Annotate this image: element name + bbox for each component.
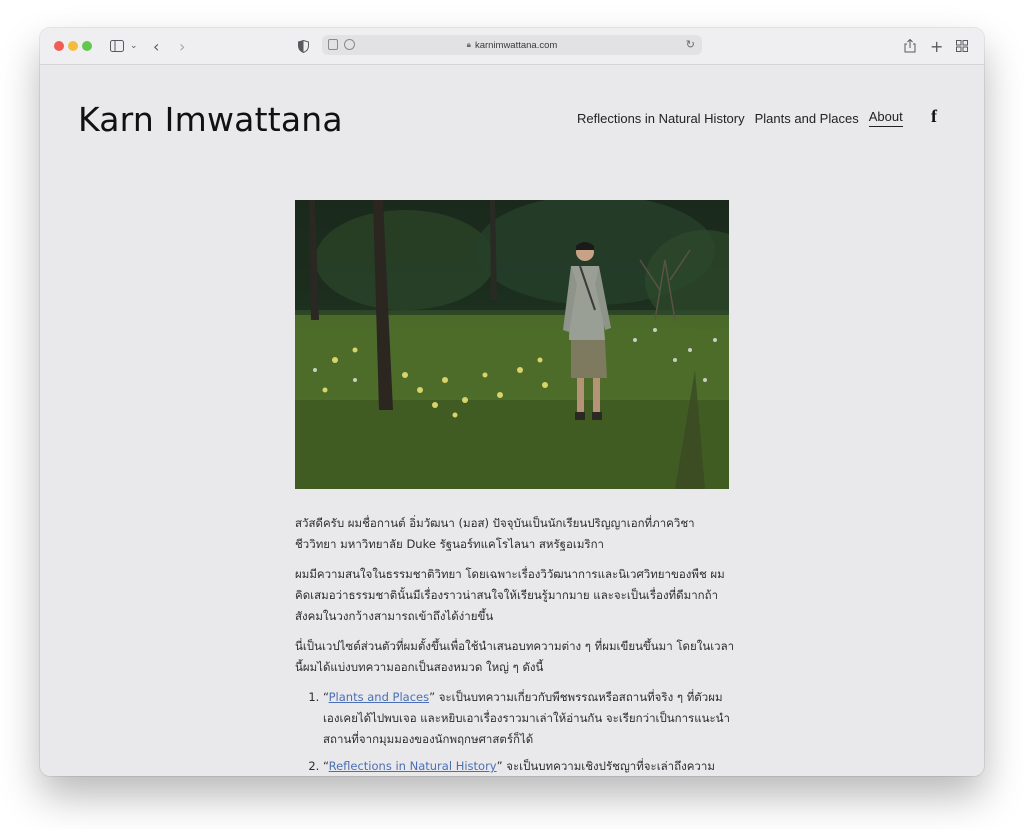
address-bar[interactable]: 🔒︎ karnimwattana.com ↻ [322,35,702,55]
minimize-window-button[interactable] [68,41,78,51]
profile-photo [295,200,729,489]
tab-overview-icon[interactable] [956,37,968,55]
reflections-link[interactable]: Reflections in Natural History [329,759,497,773]
intro-paragraph: สวัสดีครับ ผมชื่อกานต์ อิ่มวัฒนา (มอส) ป… [295,516,695,551]
site-title[interactable]: Karn Imwattana [78,100,343,139]
main-nav: Reflections in Natural History Plants an… [577,109,903,127]
zoom-window-button[interactable] [82,41,92,51]
category-list: “Plants and Places” จะเป็นบทความเกี่ยวกั… [295,687,735,776]
list-item: “Plants and Places” จะเป็นบทความเกี่ยวกั… [323,687,735,750]
shield-icon[interactable] [298,37,309,55]
close-window-button[interactable] [54,41,64,51]
extension-icon[interactable] [344,39,355,50]
site-purpose-paragraph: นี่เป็นเวปไซต์ส่วนตัวที่ผมตั้งขึ้นเพื่อใ… [295,639,735,674]
new-tab-icon[interactable]: + [930,37,943,56]
lock-icon: 🔒︎ [466,40,471,49]
plants-and-places-link[interactable]: Plants and Places [329,690,429,704]
nav-reflections[interactable]: Reflections in Natural History [577,111,745,126]
forward-icon[interactable]: › [179,37,185,56]
list-item: “Reflections in Natural History” จะเป็นบ… [323,756,735,776]
interests-paragraph: ผมมีความสนใจในธรรมชาติวิทยา โดยเฉพาะเรื่… [295,567,725,623]
share-icon[interactable] [904,37,916,55]
nav-plants-and-places[interactable]: Plants and Places [755,111,859,126]
browser-toolbar: ⌄ ‹ › 🔒︎ karnimwattana.com ↻ + [40,28,984,65]
back-icon[interactable]: ‹ [153,37,159,56]
about-content: สวัสดีครับ ผมชื่อกานต์ อิ่มวัฒนา (มอส) ป… [295,513,735,776]
nav-about[interactable]: About [868,109,903,127]
reader-icon[interactable] [328,39,338,50]
url-text: karnimwattana.com [474,39,558,51]
sidebar-toggle-icon[interactable] [110,37,124,55]
browser-window: ⌄ ‹ › 🔒︎ karnimwattana.com ↻ + Karn Imwa… [40,28,984,776]
facebook-icon[interactable]: f [931,106,937,127]
chevron-down-icon[interactable]: ⌄ [130,37,138,55]
reload-icon[interactable]: ↻ [686,38,695,51]
